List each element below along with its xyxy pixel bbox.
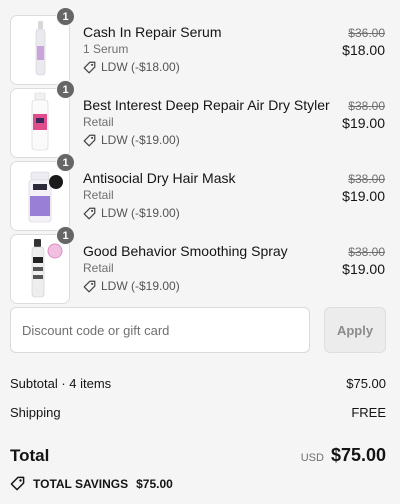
discount-text: LDW (-$18.00) [101,60,180,74]
total-label: Total [10,446,50,465]
quantity-badge: 1 [56,80,75,99]
line-item: 1 Antisocial Dry Hair Mask Retail LDW (-… [0,153,400,233]
tag-icon [83,280,96,292]
sale-price: $19.00 [342,115,385,131]
item-discount: LDW (-$19.00) [83,206,180,220]
discount-form: Apply [10,307,386,353]
original-price: $38.00 [348,172,385,186]
item-discount: LDW (-$18.00) [83,60,180,74]
item-discount: LDW (-$19.00) [83,279,180,293]
currency-code: USD [300,452,324,464]
item-discount: LDW (-$19.00) [83,133,180,147]
discount-text: LDW (-$19.00) [101,206,180,220]
line-item: 1 Good Behavior Smoothing Spray Retail L… [0,226,400,306]
item-variant: Retail [83,261,114,275]
sale-price: $18.00 [342,42,385,58]
discount-text: LDW (-$19.00) [101,133,180,147]
sale-price: $19.00 [342,261,385,277]
discount-code-input[interactable] [10,307,310,353]
item-title: Good Behavior Smoothing Spray [83,243,288,259]
quantity-badge: 1 [56,226,75,245]
item-variant: Retail [83,188,114,202]
total-amount-group: USD $75.00 [301,445,386,466]
total-value: $75.00 [330,445,386,465]
shipping-label: Shipping [10,405,61,420]
subtotal-row: Subtotal · 4 items $75.00 [10,376,386,391]
original-price: $38.00 [348,245,385,259]
original-price: $38.00 [348,99,385,113]
tag-icon [83,134,96,146]
tag-icon [83,61,96,73]
total-row: Total USD $75.00 [10,445,386,466]
item-title: Best Interest Deep Repair Air Dry Styler [83,97,330,113]
discount-text: LDW (-$19.00) [101,279,180,293]
apply-button[interactable]: Apply [324,307,386,353]
quantity-badge: 1 [56,7,75,26]
shipping-row: Shipping FREE [10,405,386,420]
order-summary: 1 Cash In Repair Serum 1 Serum LDW (-$18… [0,0,400,504]
original-price: $36.00 [348,26,385,40]
shipping-value: FREE [351,405,386,420]
quantity-badge: 1 [56,153,75,172]
savings-label: TOTAL SAVINGS [33,476,129,491]
tag-icon [10,476,25,491]
product-thumbnail [10,88,70,158]
line-item: 1 Cash In Repair Serum 1 Serum LDW (-$18… [0,7,400,87]
sale-price: $19.00 [342,188,385,204]
total-savings-row: TOTAL SAVINGS $75.00 [10,476,173,491]
product-thumbnail [10,234,70,304]
item-variant: Retail [83,115,114,129]
line-item: 1 Best Interest Deep Repair Air Dry Styl… [0,80,400,160]
item-title: Antisocial Dry Hair Mask [83,170,236,186]
product-thumbnail [10,15,70,85]
subtotal-label: Subtotal · 4 items [10,376,112,391]
tag-icon [83,207,96,219]
item-title: Cash In Repair Serum [83,24,222,40]
savings-value: $75.00 [136,476,173,491]
item-variant: 1 Serum [83,42,129,56]
subtotal-value: $75.00 [346,376,386,391]
product-thumbnail [10,161,70,231]
